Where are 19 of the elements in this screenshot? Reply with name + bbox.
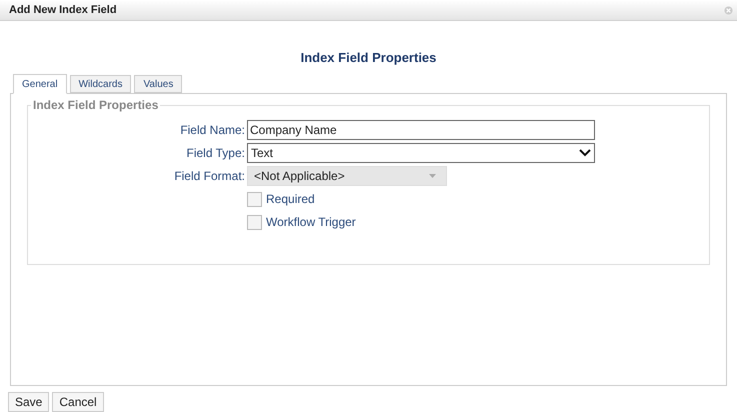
dialog-button[interactable]: Cancel [52,392,104,412]
field-label: Field Type: [186,145,245,162]
checkbox[interactable] [247,192,262,207]
checkbox[interactable] [247,214,262,230]
tab[interactable]: General [13,74,67,94]
checkbox-label: Workflow Trigger [266,214,356,232]
dropdown[interactable]: Text [247,143,595,164]
text-field[interactable]: Company Name [247,120,595,140]
field-label: Field Name: [179,122,245,140]
checkbox-label: Required [266,191,315,208]
field-label: Field Format: [173,168,245,186]
caret-icon [579,149,591,158]
dialog-heading: Index Field Properties [300,49,436,68]
window-title: Add New Index Field [9,2,117,18]
tab[interactable]: Values [134,75,182,94]
caret-icon [429,174,436,178]
tab[interactable]: Wildcards [70,75,132,94]
close-icon[interactable] [724,6,733,15]
dialog-button[interactable]: Save [8,392,50,412]
